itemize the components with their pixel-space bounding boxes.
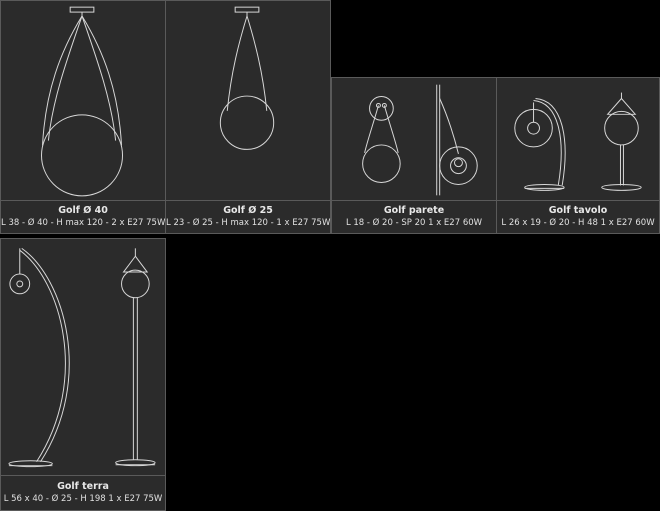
wall-lamp-drawing: [362, 84, 478, 196]
product-drawing-golf-terra[interactable]: [1, 239, 165, 478]
product-card-golf-25[interactable]: Golf Ø 25 L 23 - Ø 25 - H max 120 - 1 x …: [165, 0, 331, 234]
product-spec: L 56 x 40 - Ø 25 - H 198 1 x E27 75W: [3, 494, 163, 504]
product-caption: Golf Ø 25 L 23 - Ø 25 - H max 120 - 1 x …: [166, 200, 330, 233]
product-card-golf-parete[interactable]: Golf parete L 18 - Ø 20 - SP 20 1 x E27 …: [331, 77, 497, 234]
product-drawing-golf-parete[interactable]: [332, 78, 496, 202]
product-caption: Golf parete L 18 - Ø 20 - SP 20 1 x E27 …: [332, 200, 496, 233]
product-name: Golf parete: [383, 205, 445, 216]
product-card-golf-tavolo[interactable]: Golf tavolo L 26 x 19 - Ø 20 - H 48 1 x …: [496, 77, 660, 234]
product-caption: Golf terra L 56 x 40 - Ø 25 - H 198 1 x …: [1, 475, 165, 510]
product-spec: L 23 - Ø 25 - H max 120 - 1 x E27 75W: [166, 218, 331, 228]
product-drawing-golf-40[interactable]: [1, 1, 165, 202]
product-drawing-golf-tavolo[interactable]: [497, 78, 659, 202]
product-spec: L 26 x 19 - Ø 20 - H 48 1 x E27 60W: [501, 218, 655, 228]
product-name: Golf terra: [57, 481, 109, 492]
table-lamp-drawing: [514, 92, 642, 191]
product-card-golf-terra[interactable]: Golf terra L 56 x 40 - Ø 25 - H 198 1 x …: [0, 238, 166, 511]
product-caption: Golf tavolo L 26 x 19 - Ø 20 - H 48 1 x …: [497, 200, 659, 233]
pendant-lamp-40-drawing: [41, 6, 124, 197]
product-name: Golf tavolo: [548, 205, 608, 216]
product-card-golf-40[interactable]: Golf Ø 40 L 38 - Ø 40 - H max 120 - 2 x …: [0, 0, 166, 234]
product-spec: L 18 - Ø 20 - SP 20 1 x E27 60W: [345, 218, 483, 228]
pendant-lamp-25-drawing: [219, 6, 275, 150]
product-name: Golf Ø 25: [223, 205, 273, 216]
product-drawing-golf-25[interactable]: [166, 1, 330, 202]
product-spec: L 38 - Ø 40 - H max 120 - 2 x E27 75W: [1, 218, 166, 228]
floor-lamp-drawing: [8, 247, 156, 468]
product-name: Golf Ø 40: [58, 205, 108, 216]
product-caption: Golf Ø 40 L 38 - Ø 40 - H max 120 - 2 x …: [1, 200, 165, 233]
